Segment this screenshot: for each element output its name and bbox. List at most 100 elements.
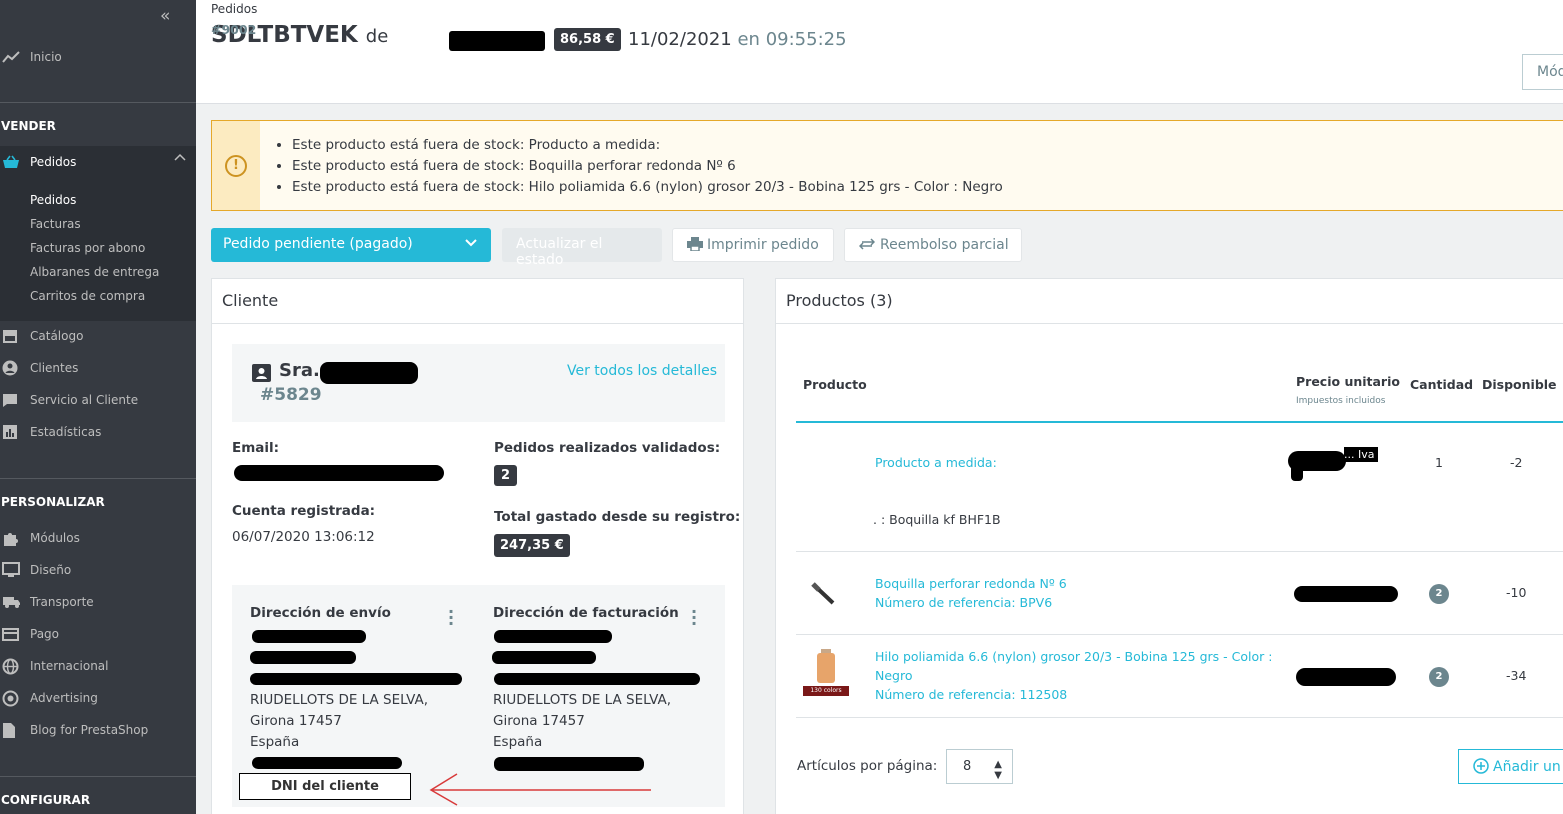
- product-thumbnail: [811, 581, 837, 611]
- shipping-kebab-icon[interactable]: · · ·: [448, 604, 454, 632]
- globe-icon: [0, 658, 30, 675]
- sidebar-item-inicio[interactable]: Inicio: [0, 44, 196, 70]
- available-value: -2: [1510, 455, 1523, 470]
- validated-orders-label: Pedidos realizados validados:: [494, 440, 721, 456]
- customer-card: Cliente Sra. #5829 Ver todos los detalle…: [211, 278, 744, 814]
- sidebar-item-modulos[interactable]: Módulos: [0, 525, 196, 551]
- sidebar-item-label: Pago: [30, 627, 60, 641]
- target-icon: [0, 690, 30, 707]
- divider: [0, 776, 196, 777]
- page-title: #9002 SDLTBTVEK de: [211, 22, 388, 48]
- product-name-link[interactable]: Hilo poliamida 6.6 (nylon) grosor 20/3 -…: [875, 649, 1272, 664]
- sidebar-item-pedidos[interactable]: Pedidos: [0, 149, 196, 175]
- view-all-details-link[interactable]: Ver todos los detalles: [567, 363, 717, 379]
- redacted-email: [234, 465, 444, 481]
- order-time: 09:55:25: [765, 29, 847, 50]
- product-customization: . : Boquilla kf BHF1B: [873, 512, 1001, 527]
- validated-orders-count: 2: [494, 465, 518, 486]
- user-circle-icon: [0, 360, 30, 376]
- sidebar-item-advertising[interactable]: Advertising: [0, 685, 196, 711]
- sidebar-item-label: Blog for PrestaShop: [30, 723, 149, 737]
- update-status-button[interactable]: Actualizar el estado: [502, 228, 662, 268]
- product-reference: Número de referencia: 112508: [875, 687, 1068, 702]
- billing-address-title: Dirección de facturación: [493, 605, 679, 621]
- sidebar-item-label: Pedidos: [30, 155, 77, 169]
- stock-warning-alert: ! Este producto está fuera de stock: Pro…: [211, 120, 1563, 211]
- available-value: -34: [1506, 668, 1527, 683]
- collapse-sidebar-icon[interactable]: «: [160, 6, 170, 26]
- billing-kebab-icon[interactable]: · · ·: [691, 604, 697, 632]
- products-card-title: Productos (3): [776, 279, 1563, 324]
- product-name-link-cont[interactable]: Negro: [875, 668, 913, 683]
- sidebar-item-label: Servicio al Cliente: [30, 393, 139, 407]
- submenu-facturas-abono[interactable]: Facturas por abono: [30, 241, 145, 255]
- order-status-select[interactable]: Pedido pendiente (pagado): [211, 228, 491, 262]
- sidebar-item-blog[interactable]: Blog for PrestaShop: [0, 717, 196, 743]
- sort-arrows-icon: ▲ ▼: [994, 759, 1002, 781]
- billing-country: España: [493, 734, 543, 750]
- billing-city: RIUDELLOTS DE LA SELVA,: [493, 692, 672, 708]
- customer-id: #5829: [260, 385, 322, 405]
- sidebar-item-servicio[interactable]: Servicio al Cliente: [0, 387, 196, 413]
- file-icon: [0, 722, 30, 739]
- col-available: Disponible: [1482, 377, 1557, 392]
- chat-icon: [0, 393, 30, 408]
- sidebar-item-label: Estadísticas: [30, 425, 102, 439]
- sidebar-item-catalogo[interactable]: Catálogo: [0, 323, 196, 349]
- store-icon: [0, 329, 30, 343]
- col-product: Producto: [803, 377, 867, 392]
- product-name-link[interactable]: Producto a medida:: [875, 455, 997, 470]
- bar-chart-icon: [0, 424, 30, 440]
- divider: [0, 478, 196, 479]
- submenu-albaranes[interactable]: Albaranes de entrega: [30, 265, 159, 279]
- email-label: Email:: [232, 440, 280, 456]
- printer-icon: [687, 237, 703, 255]
- sidebar-item-label: Internacional: [30, 659, 109, 673]
- add-product-label: Añadir un: [1493, 759, 1561, 775]
- col-unit-price-sub: Impuestos incluidos: [1296, 396, 1386, 406]
- order-date: 11/02/2021: [628, 29, 732, 50]
- col-unit-price: Precio unitario: [1296, 374, 1400, 389]
- alert-list: Este producto está fuera de stock: Produ…: [292, 135, 1003, 198]
- spool-body: [817, 653, 835, 683]
- partial-refund-button[interactable]: Reembolso parcial: [844, 228, 1022, 262]
- sidebar-item-transporte[interactable]: Transporte: [0, 589, 196, 615]
- redacted-price: [1294, 586, 1398, 602]
- chevron-up-icon: [174, 153, 186, 161]
- swap-icon: [858, 238, 876, 254]
- per-page-select[interactable]: 8 ▲ ▼: [946, 749, 1013, 784]
- sidebar-item-label: Diseño: [30, 563, 72, 577]
- submenu-pedidos[interactable]: Pedidos: [30, 193, 76, 207]
- sidebar-item-diseno[interactable]: Diseño: [0, 557, 196, 583]
- product-name-link[interactable]: Boquilla perforar redonda Nº 6: [875, 576, 1067, 591]
- submenu-carritos[interactable]: Carritos de compra: [30, 289, 145, 303]
- per-page-value: 8: [963, 759, 972, 774]
- order-datetime: 11/02/2021 en 09:55:25: [628, 29, 847, 50]
- registered-label: Cuenta registrada:: [232, 503, 376, 519]
- redacted-address-line: [252, 630, 366, 643]
- customer-card-title: Cliente: [212, 279, 743, 324]
- partial-refund-label: Reembolso parcial: [880, 237, 1009, 253]
- sidebar-item-clientes[interactable]: Clientes: [0, 355, 196, 381]
- table-header-underline: [796, 421, 1563, 423]
- redacted-price: [1296, 668, 1396, 686]
- truck-icon: [0, 595, 30, 609]
- thumbnail-caption: 130 colors: [803, 686, 849, 696]
- price-suffix: ... Iva: [1344, 447, 1379, 462]
- redacted-customer-lastname: [320, 362, 418, 384]
- chevron-down-icon: [465, 236, 477, 252]
- annotation-arrow-icon: [429, 773, 651, 806]
- sidebar-item-internacional[interactable]: Internacional: [0, 653, 196, 679]
- submenu-facturas[interactable]: Facturas: [30, 217, 81, 231]
- trend-up-icon: [0, 51, 30, 63]
- sidebar-item-pago[interactable]: Pago: [0, 621, 196, 647]
- add-product-button[interactable]: Añadir un: [1458, 749, 1563, 784]
- per-page-label: Artículos por página:: [797, 758, 938, 774]
- shipping-zip: Girona 17457: [250, 713, 342, 729]
- breadcrumb[interactable]: Pedidos: [211, 2, 257, 16]
- sidebar-item-estadisticas[interactable]: Estadísticas: [0, 419, 196, 445]
- alert-icon-area: !: [212, 121, 260, 210]
- print-order-button[interactable]: Imprimir pedido: [672, 228, 834, 262]
- registered-value: 06/07/2020 13:06:12: [232, 529, 375, 545]
- modules-button[interactable]: Mód: [1522, 54, 1563, 90]
